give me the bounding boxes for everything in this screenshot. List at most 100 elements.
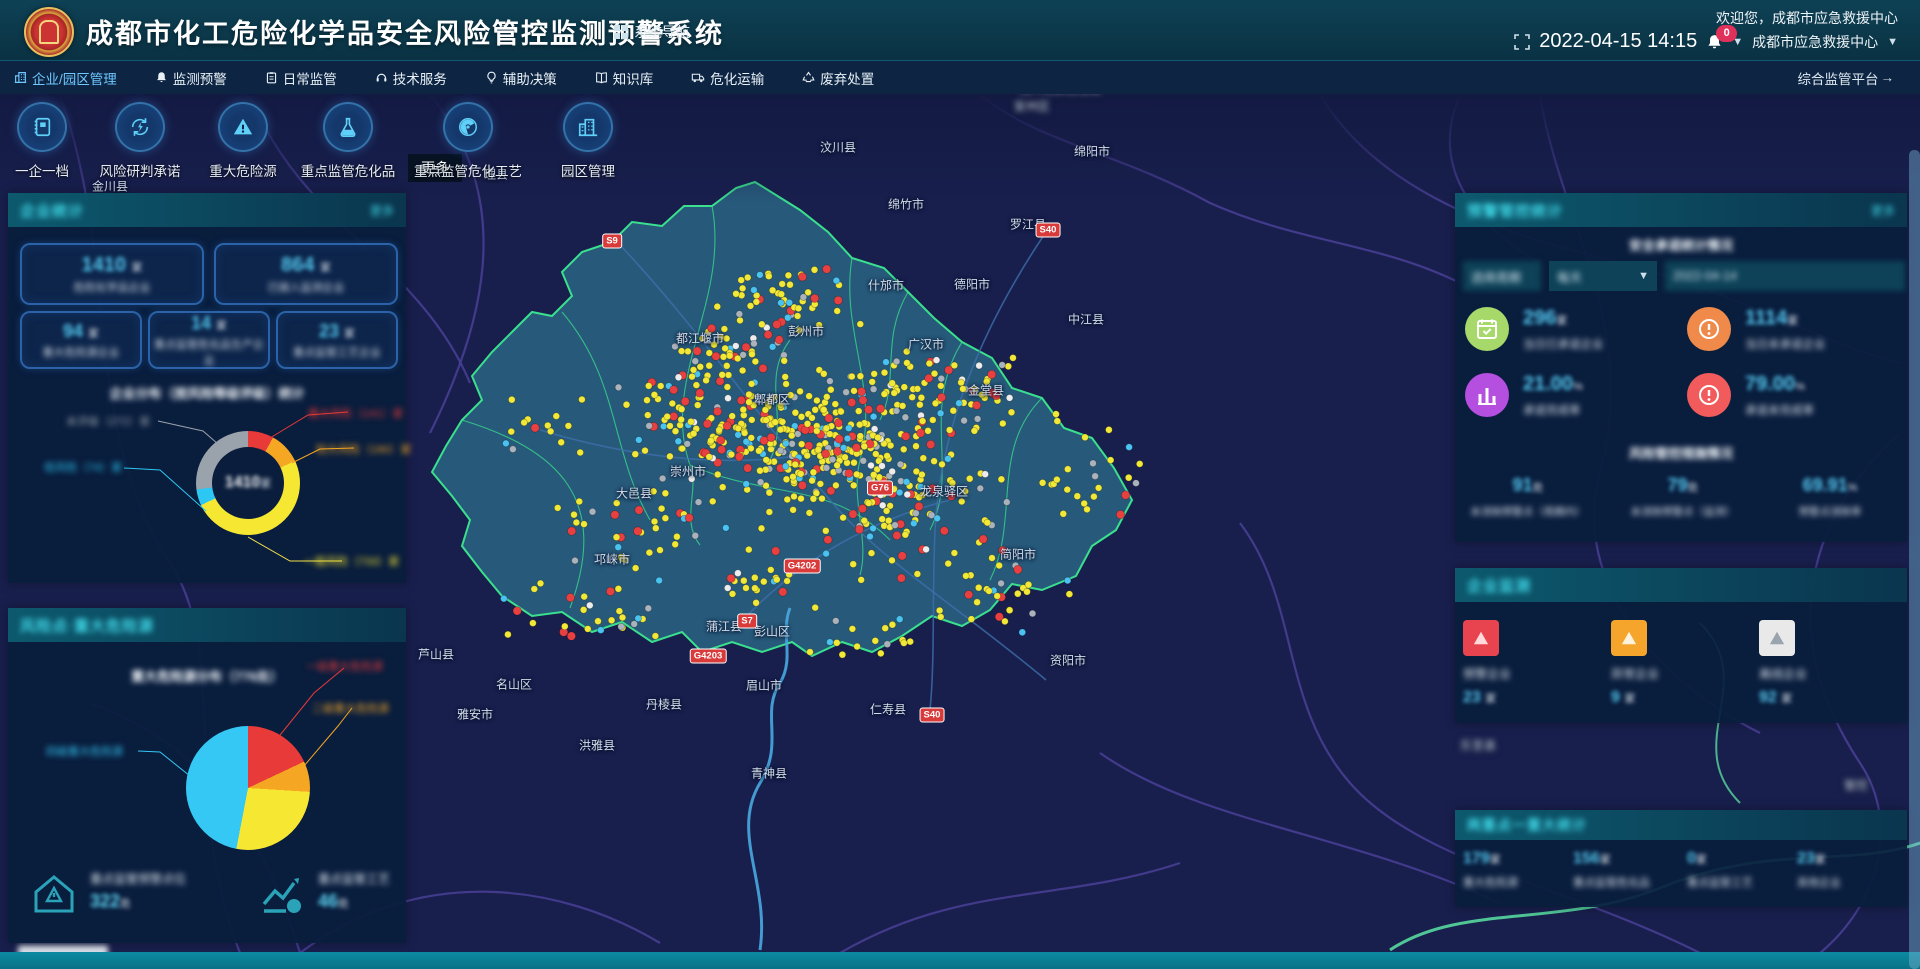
stat-box: 864 家已接入监测企业 [214, 243, 398, 305]
commit-section-title: 安全承诺统计情况 [1455, 235, 1907, 254]
commit-stat-text: 296家当日已承诺企业 [1523, 307, 1604, 352]
nav-item-label: 废弃处置 [820, 68, 874, 88]
subnav-item-label: 重点监管危化品 [278, 160, 418, 180]
keypoint-stats-panel: 两重点一重大统计 179家重大危险源156家重点监管危化品0家重点监管工艺23家… [1455, 810, 1907, 907]
app-root: 金川县汶川县理县绵阳市绵竹市罗江县什邡市德阳市中江县广汉市金堂县都江堰市彭州市郫… [0, 0, 1920, 969]
chart-bar-icon [1465, 373, 1509, 417]
control-section-title: 风险管控措施情况 [1455, 443, 1907, 462]
fullscreen-icon[interactable] [1514, 34, 1530, 50]
subnav-item-4[interactable]: 重点监管危化工艺 [398, 102, 538, 180]
stat-value: 94 家 [22, 321, 140, 342]
keypoint-value: 156家 [1573, 850, 1650, 868]
hazard-pie-chart [186, 726, 310, 850]
building-icon [14, 71, 27, 84]
system-nav-button[interactable]: 系统导航 [614, 22, 690, 42]
keypoint-value: 179家 [1463, 850, 1518, 868]
stat-label: 重点监管危化品生产企业 [150, 336, 268, 368]
period-value: 每天 [1557, 267, 1582, 286]
user-caret-icon[interactable]: ▼ [1887, 36, 1898, 48]
clipboard-icon [265, 71, 278, 84]
datetime-display: 2022-04-15 14:15 [1539, 30, 1697, 53]
pie-callout-label: 二级重大危险源 [312, 700, 389, 716]
archive-book-icon [17, 102, 67, 152]
vertical-scrollbar[interactable] [1909, 150, 1920, 969]
notification-bell[interactable]: 0 [1706, 33, 1723, 51]
donut-callout-label: 低风险（74）家 [44, 459, 122, 475]
risk-stat-label: 重点监管预警点位 [90, 870, 186, 887]
commit-stat-text: 21.00% 承诺完成率 [1523, 373, 1583, 418]
stat-label: 已接入监测企业 [216, 279, 396, 295]
commit-stat-item: 296家当日已承诺企业 [1465, 307, 1604, 352]
subnav-item-label: 园区管理 [518, 160, 658, 180]
commit-stat-label: 承诺完成率 [1523, 402, 1583, 418]
grid-icon [614, 25, 628, 39]
header-toolbar: 2022-04-15 14:15 0 ▼ 成都市应急救援中心 ▼ [1514, 30, 1898, 53]
keypoint-label: 重点监管危化品 [1573, 874, 1650, 890]
control-stat-label: 未消除预警点（监测） [1613, 504, 1753, 519]
risk-stat-value: 46处 [318, 891, 390, 912]
pie-callout-label: 一级重大危险源 [306, 658, 383, 674]
enterprise-more-link[interactable]: 更多 [370, 202, 394, 219]
risk-stat-item: 重点监管预警点位 322处 [30, 870, 186, 923]
risk-cycle-icon [115, 102, 165, 152]
donut-center-value: 1410 [225, 474, 261, 492]
subnav-item-3[interactable]: 重点监管危化品 [278, 102, 418, 180]
hazard-triangle-icon [218, 102, 268, 152]
notification-badge: 0 [1716, 25, 1737, 42]
risk-stat-text: 重点监管预警点位 322处 [90, 870, 186, 912]
keypoint-col: 23家其他企业 [1797, 850, 1841, 890]
flask-icon [323, 102, 373, 152]
nav-item-3[interactable]: 技术服务 [375, 68, 447, 88]
user-menu[interactable]: 成都市应急救援中心 [1752, 32, 1878, 52]
control-stat-label: 未消除预警点（周期内） [1463, 504, 1593, 519]
system-nav-label: 系统导航 [634, 22, 690, 42]
stat-box: 94 家重大危险源企业 [20, 311, 142, 369]
period-selector-row: 选择周期 每天 ▼ 2022-04-14 [1463, 261, 1905, 291]
dropdown-caret-icon: ▼ [1638, 270, 1649, 282]
control-stat-value: 69.91% [1761, 475, 1899, 496]
warning-more-link[interactable]: 更多 [1871, 202, 1895, 219]
commit-stat-value: 21.00% [1523, 373, 1583, 396]
enterprise-monitor-panel: 企业监测 预警企业23 家异常企业9 家离线企业92 家 [1455, 568, 1907, 723]
nav-item-6[interactable]: 危化运输 [691, 68, 764, 88]
nav-item-label: 日常监管 [283, 68, 337, 88]
donut-callout-label: 未评级（272）家 [66, 413, 150, 429]
stat-box: 23 家重点监管工艺企业 [276, 311, 398, 369]
commit-stat-text: 1114家当日未承诺企业 [1745, 307, 1826, 352]
nav-item-7[interactable]: 废弃处置 [802, 68, 874, 88]
monitor-col-value: 9 家 [1611, 689, 1741, 707]
control-stat-col: 79处未消除预警点（监测） [1613, 475, 1753, 519]
top-header: 成都市化工危险化学品安全风险管控监测预警系统 系统导航 欢迎您，成都市应急救援中… [0, 0, 1920, 60]
nav-items: 企业/园区管理 监测预警 日常监管 技术服务 辅助决策 知识库 危化运输 废弃处置 [0, 68, 874, 88]
period-dropdown[interactable]: 每天 ▼ [1549, 261, 1657, 291]
nav-item-5[interactable]: 知识库 [595, 68, 654, 88]
monitor-col: 离线企业92 家 [1759, 620, 1889, 707]
nav-item-2[interactable]: 日常监管 [265, 68, 337, 88]
platform-link[interactable]: 综合监管平台 → [1798, 61, 1895, 94]
donut-callout-label: 重大风险（141）家 [308, 405, 403, 421]
nav-item-1[interactable]: 监测预警 [155, 68, 227, 88]
stat-value: 23 家 [278, 321, 396, 342]
date-picker[interactable]: 2022-04-14 [1665, 261, 1905, 291]
park-building-icon [563, 102, 613, 152]
commit-stat-text: 79.00%承诺未完成率 [1745, 373, 1814, 418]
risk-stat-label: 重点监管工艺 [318, 870, 390, 887]
stat-label: 危险化学品企业 [22, 279, 202, 295]
stat-box: 14 家重点监管危化品生产企业 [148, 311, 270, 369]
risk-panel-title: 风险点·重大危险源 [20, 615, 154, 636]
nav-item-label: 技术服务 [393, 68, 447, 88]
alert-badge-icon [1687, 373, 1731, 417]
nav-item-0[interactable]: 企业/园区管理 [14, 68, 117, 88]
monitor-col-label: 离线企业 [1759, 665, 1889, 682]
abnormal-square-icon [1611, 620, 1647, 656]
nav-item-4[interactable]: 辅助决策 [485, 68, 557, 88]
warning-panel-header: 预警管控统计 更多 [1455, 193, 1907, 227]
subnav-item-5[interactable]: 园区管理 [518, 102, 658, 180]
enterprise-panel-header: 企业统计 更多 [8, 193, 406, 227]
bottom-status-bar [0, 952, 1920, 969]
risk-stat-value: 322处 [90, 891, 186, 912]
control-stat-col: 91处未消除预警点（周期内） [1463, 475, 1593, 519]
offline-square-icon [1759, 620, 1795, 656]
keypoint-panel-header: 两重点一重大统计 [1455, 810, 1907, 840]
risk-stat-text: 重点监管工艺 46处 [318, 870, 390, 912]
